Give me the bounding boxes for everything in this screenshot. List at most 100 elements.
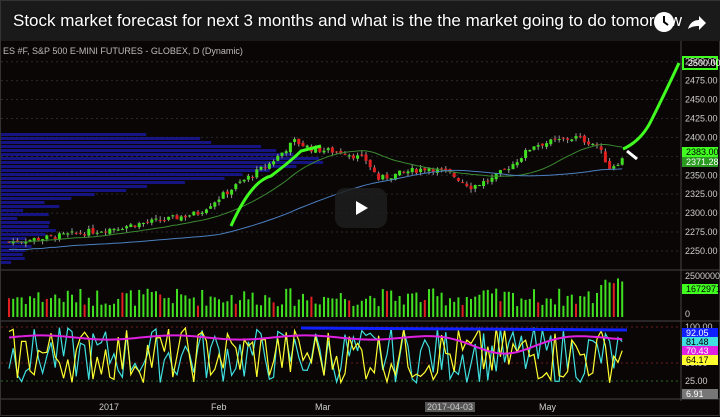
volume-profile-bar xyxy=(1,153,294,156)
volume-profile-bar xyxy=(1,245,32,248)
volume-profile-bar xyxy=(1,217,17,220)
volume-tick: 2500000 xyxy=(685,271,720,281)
candle xyxy=(335,152,338,153)
video-player[interactable]: 2500.002475.002450.002425.002400.002375.… xyxy=(0,0,720,416)
candle xyxy=(575,136,578,138)
price-tick: 2250.00 xyxy=(685,246,718,256)
volume-profile-bar xyxy=(1,141,211,144)
volume-bar xyxy=(327,298,329,317)
volume-bar xyxy=(382,289,384,317)
candle xyxy=(75,233,78,234)
volume-bar xyxy=(172,303,174,317)
volume-bar xyxy=(268,298,270,317)
candle xyxy=(591,144,594,145)
symbol-label: ES #F, S&P 500 E-MINI FUTURES - GLOBEX, … xyxy=(3,46,243,56)
volume-bar xyxy=(63,302,65,317)
volume-bar xyxy=(357,305,359,317)
candle xyxy=(528,150,531,151)
volume-bar xyxy=(155,291,157,317)
clock-icon[interactable] xyxy=(651,9,677,35)
video-title[interactable]: Stock market forecast for next 3 months … xyxy=(13,11,682,31)
candle xyxy=(293,139,296,142)
volume-bar xyxy=(21,297,23,317)
volume-profile-bar xyxy=(1,185,147,188)
volume-bar xyxy=(621,282,623,317)
volume-bar xyxy=(88,298,90,317)
volume-bar xyxy=(579,296,581,317)
date-label: May xyxy=(539,402,556,412)
osc-label-5: 6.91 xyxy=(682,389,718,399)
candle xyxy=(234,184,237,189)
volume-bar xyxy=(277,306,279,317)
volume-profile-bar xyxy=(1,257,25,260)
volume-bar xyxy=(571,295,573,317)
candle xyxy=(474,185,477,189)
candle xyxy=(327,148,330,150)
candle xyxy=(239,182,242,183)
volume-profile-bar xyxy=(1,213,49,216)
candle xyxy=(360,154,363,155)
volume-bar xyxy=(109,305,111,317)
volume-bar xyxy=(550,299,552,317)
volume-bar xyxy=(50,298,52,317)
candle xyxy=(331,147,334,152)
volume-bar xyxy=(378,306,380,317)
candle xyxy=(37,238,40,240)
volume-bar xyxy=(508,292,510,317)
target-price-label: 2500.00 xyxy=(682,56,718,70)
candle xyxy=(218,200,221,202)
candle xyxy=(402,172,405,173)
volume-bar xyxy=(340,293,342,317)
candle xyxy=(201,213,204,214)
candle xyxy=(411,168,414,172)
candle xyxy=(365,155,368,161)
candle xyxy=(612,166,615,168)
volume-bar xyxy=(205,306,207,317)
candle xyxy=(381,175,384,179)
candle xyxy=(541,144,544,146)
volume-bar xyxy=(390,291,392,317)
volume-bar xyxy=(491,293,493,317)
candle xyxy=(146,222,149,223)
volume-bar xyxy=(344,299,346,317)
volume-bar xyxy=(42,302,44,317)
candle xyxy=(344,154,347,155)
candle xyxy=(486,181,489,182)
volume-bar xyxy=(96,291,98,317)
price-tick: 2275.00 xyxy=(685,227,718,237)
candle xyxy=(302,143,305,146)
candle xyxy=(92,228,95,234)
candle xyxy=(230,190,233,195)
cursor-icon xyxy=(627,151,637,159)
candle xyxy=(537,145,540,147)
volume-profile-bar xyxy=(1,145,261,148)
volume-bar xyxy=(525,300,527,317)
osc-label-4: 64.17 xyxy=(682,355,718,365)
price-tick: 2425.00 xyxy=(685,113,718,123)
volume-bar xyxy=(29,296,31,317)
share-arrow-icon[interactable] xyxy=(683,9,709,35)
volume-bar xyxy=(588,291,590,317)
moving-average-line xyxy=(9,169,622,250)
candle xyxy=(562,138,565,139)
candle xyxy=(386,174,389,178)
candle xyxy=(478,185,481,186)
candle xyxy=(373,168,376,173)
volume-bar xyxy=(252,293,254,317)
candle xyxy=(167,217,170,220)
volume-bar xyxy=(92,306,94,317)
candle xyxy=(306,146,309,148)
oscillator-line xyxy=(301,328,627,330)
candle xyxy=(440,168,443,169)
volume-bar xyxy=(142,294,144,317)
volume-bar xyxy=(75,302,77,317)
candle xyxy=(150,219,153,222)
play-button[interactable] xyxy=(335,188,387,228)
candle xyxy=(617,165,620,166)
candle xyxy=(138,223,141,227)
volume-bar xyxy=(562,306,564,317)
candle xyxy=(285,151,288,153)
candle xyxy=(621,158,624,164)
drawn-forecast-line xyxy=(623,63,679,149)
volume-bar xyxy=(285,289,287,317)
